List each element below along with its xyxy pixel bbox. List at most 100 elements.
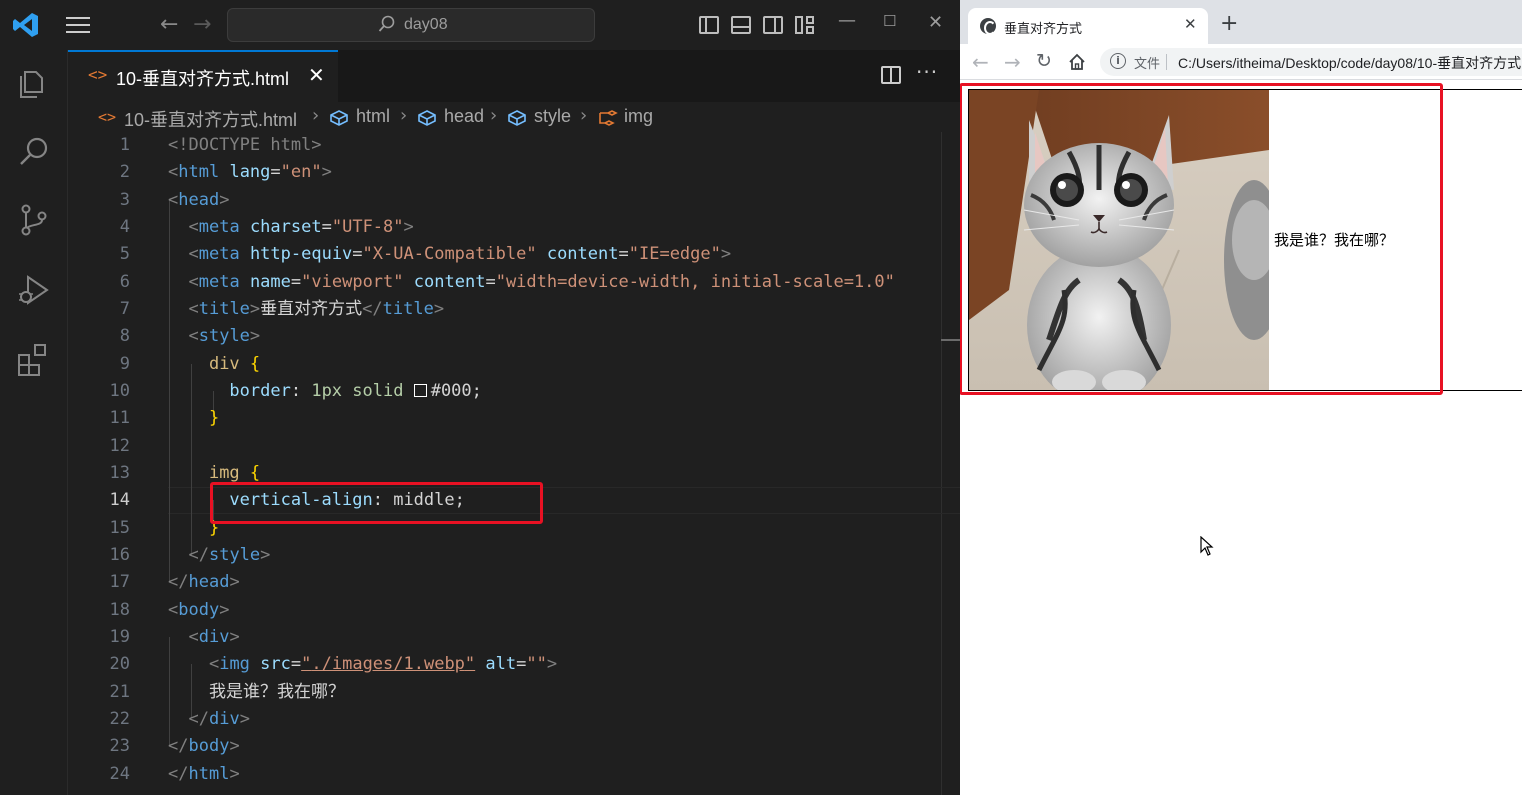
reload-icon[interactable]: ↻	[1036, 50, 1052, 72]
line-number: 19	[109, 627, 130, 647]
toggle-secondary-sidebar-icon[interactable]	[763, 16, 783, 34]
extensions-icon[interactable]	[16, 342, 52, 378]
line-number: 5	[119, 244, 130, 264]
breadcrumb-style[interactable]: style	[534, 106, 571, 127]
line-number: 13	[109, 463, 130, 483]
code-line-6: <meta name="viewport" content="width=dev…	[188, 272, 895, 292]
line-number: 21	[109, 682, 130, 702]
code-line-9: div {	[208, 354, 261, 374]
mouse-cursor-icon	[1200, 536, 1214, 556]
line-number: 11	[109, 408, 130, 428]
toggle-primary-sidebar-icon[interactable]	[699, 16, 719, 34]
search-icon[interactable]	[16, 134, 52, 170]
meta-http-equiv-value: X-UA-Compatible	[372, 244, 527, 264]
border-property: border	[229, 381, 291, 401]
browser-tab-close-icon[interactable]: ✕	[1184, 15, 1197, 33]
breadcrumb-chevron-icon: ›	[580, 105, 588, 126]
browser-tab-active[interactable]: 垂直对齐方式 ✕	[968, 8, 1208, 44]
browser-forward-icon[interactable]: →	[1004, 50, 1021, 74]
maximize-icon[interactable]: ☐	[883, 12, 896, 30]
page-viewport: 我是谁？我在哪？	[960, 81, 1522, 795]
line-number: 6	[119, 272, 130, 292]
border-color-value: #000	[430, 381, 472, 401]
browser-tab-strip: 垂直对齐方式 ✕ +	[960, 0, 1522, 44]
breadcrumb-chevron-icon: ›	[400, 105, 408, 126]
meta-charset-value: UTF-8	[342, 217, 394, 237]
home-icon[interactable]	[1068, 53, 1086, 71]
code-line-3: <head>	[168, 190, 230, 210]
browser-tab-title: 垂直对齐方式	[1004, 22, 1083, 37]
vscode-window: ← → day08 — ☐ ✕ <> 10-垂直对齐方式.html ✕ ··· …	[0, 0, 960, 795]
address-divider	[1166, 54, 1167, 70]
breadcrumb-html[interactable]: html	[356, 106, 390, 127]
breadcrumb-file[interactable]: 10-垂直对齐方式.html	[124, 106, 297, 132]
symbol-property-icon	[599, 110, 618, 126]
breadcrumb-chevron-icon: ›	[490, 105, 498, 126]
site-info-icon[interactable]: i	[1110, 53, 1126, 69]
symbol-element-icon	[418, 110, 436, 126]
line-number: 2	[119, 162, 130, 182]
line-number: 8	[119, 326, 130, 346]
symbol-element-icon	[330, 110, 348, 126]
code-line-7: <title>垂直对齐方式</title>	[188, 299, 445, 319]
line-number: 10	[109, 381, 130, 401]
back-arrow-icon[interactable]: ←	[160, 12, 178, 37]
editor-tab-bar: <> 10-垂直对齐方式.html ✕ ···	[68, 50, 960, 102]
title-bar: ← → day08 — ☐ ✕	[0, 0, 960, 50]
browser-back-icon[interactable]: ←	[972, 50, 989, 74]
forward-arrow-icon[interactable]: →	[193, 12, 211, 37]
color-swatch-icon[interactable]	[413, 384, 427, 397]
command-center-search[interactable]: day08	[227, 8, 595, 42]
line-number: 9	[119, 354, 130, 374]
code-line-20: <img src="./images/1.webp" alt="">	[208, 654, 558, 674]
address-url[interactable]: C:/Users/itheima/Desktop/code/day08/10-垂…	[1178, 53, 1522, 73]
address-bar[interactable]: i 文件 C:/Users/itheima/Desktop/code/day08…	[1100, 48, 1522, 76]
code-line-19: <div>	[188, 627, 240, 647]
meta-content-edge-value: IE=edge	[638, 244, 711, 264]
div-selector: div	[208, 354, 240, 374]
explorer-icon[interactable]	[16, 66, 52, 102]
html-file-icon: <>	[88, 65, 108, 84]
code-line-24: </html>	[168, 764, 240, 784]
menu-icon[interactable]	[66, 17, 90, 33]
symbol-element-icon	[508, 110, 526, 126]
more-actions-icon[interactable]: ···	[916, 60, 938, 84]
line-number: 16	[109, 545, 130, 565]
code-line-23: </body>	[168, 736, 240, 756]
line-number: 17	[109, 572, 130, 592]
run-and-debug-icon[interactable]	[16, 272, 52, 308]
body-text: 我是谁？我在哪？	[208, 682, 345, 702]
search-icon	[378, 15, 395, 32]
html-lang-value: en	[290, 162, 312, 182]
highlight-box-code	[210, 482, 543, 524]
img-selector: img	[208, 463, 240, 483]
line-number: 22	[109, 709, 130, 729]
breadcrumb-file-icon: <>	[98, 108, 117, 126]
code-editor[interactable]: 1 2 3 4 5 6 7 8 9 10 11 12 13 14 15 16 1…	[68, 132, 960, 795]
minimize-icon[interactable]: —	[838, 10, 856, 31]
code-line-17: </head>	[168, 572, 240, 592]
customize-layout-icon[interactable]	[795, 16, 815, 34]
vscode-logo-icon[interactable]	[12, 11, 40, 39]
tab-close-icon[interactable]: ✕	[308, 63, 325, 87]
img-src-value[interactable]: ./images/1.webp	[311, 654, 465, 674]
command-center-text: day08	[404, 16, 448, 33]
new-tab-icon[interactable]: +	[1220, 11, 1238, 36]
close-window-icon[interactable]: ✕	[928, 12, 943, 33]
line-number-active: 14	[109, 490, 130, 510]
toggle-panel-icon[interactable]	[731, 16, 751, 34]
breadcrumb-chevron-icon: ›	[312, 105, 320, 126]
split-editor-icon[interactable]	[881, 66, 901, 84]
line-number: 1	[119, 135, 130, 155]
breadcrumb-img[interactable]: img	[624, 106, 653, 127]
code-line-11: }	[208, 408, 220, 428]
breadcrumb-head[interactable]: head	[444, 106, 484, 127]
border-value: 1px solid	[311, 381, 404, 401]
highlight-box-browser	[960, 83, 1443, 395]
line-number: 4	[119, 217, 130, 237]
code-line-21: 我是谁？我在哪？	[168, 679, 345, 706]
editor-tab-active[interactable]: <> 10-垂直对齐方式.html ✕	[68, 50, 338, 102]
source-control-icon[interactable]	[16, 202, 52, 238]
meta-content-viewport-value: width=device-width, initial-scale=1.0	[505, 272, 885, 292]
line-number: 15	[109, 518, 130, 538]
